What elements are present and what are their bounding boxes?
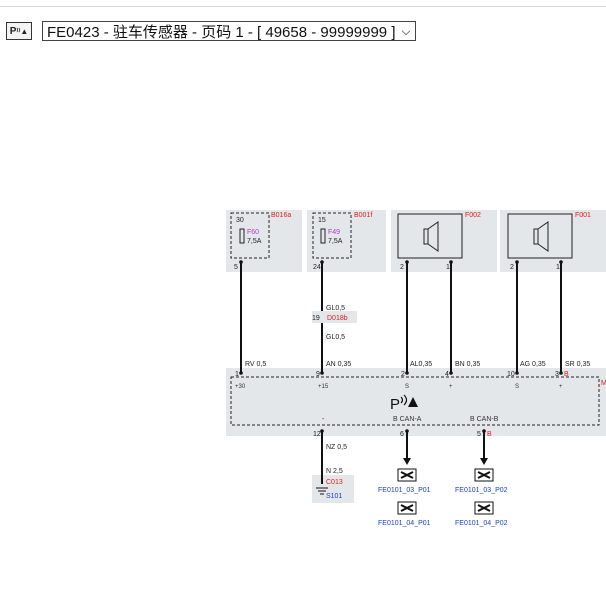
- link-icon-2[interactable]: [474, 468, 494, 482]
- m016-pin-10: 10: [507, 371, 515, 378]
- m016-label-s2: S: [515, 384, 519, 390]
- m016-label-plus15: +15: [318, 384, 329, 390]
- d018b-label: D018b: [327, 315, 348, 322]
- m016-pin-5-b: B: [487, 431, 492, 438]
- wiring-diagram: 30 F60 7,5A B016a 5 15 F49 7,5A B001f 24…: [226, 210, 606, 527]
- link-fe0101-04-p01[interactable]: FE0101_04_P01: [378, 520, 431, 527]
- fuse-f60-label: F60: [247, 229, 259, 236]
- f002-pin-right: 1: [446, 264, 450, 271]
- b001f-label: B001f: [354, 212, 372, 219]
- m016-panel: [226, 368, 606, 436]
- wire-nz: NZ 0,5: [326, 444, 347, 451]
- m016-label-plus1: +: [449, 384, 453, 390]
- m016-pin-6: 6: [400, 431, 404, 438]
- b016a-label: B016a: [271, 212, 291, 219]
- f002-label: F002: [465, 212, 481, 219]
- m016-pin-9: 9: [316, 371, 320, 378]
- link-icon-3[interactable]: [397, 501, 417, 515]
- wire-gl-bottom: GL0,5: [326, 334, 345, 341]
- wire-ag: AG 0,35: [520, 361, 546, 368]
- m016-label-plus30: +30: [235, 384, 246, 390]
- wire-bn: BN 0,35: [455, 361, 480, 368]
- fuse-f49-rating: 7,5A: [328, 238, 343, 245]
- m016-label-can-b: B CAN-B: [470, 416, 499, 423]
- link-fe0101-03-p02[interactable]: FE0101_03_P02: [455, 487, 508, 494]
- b001f-pin-top: 15: [318, 217, 326, 224]
- wire-gl-top: GL0,5: [326, 305, 345, 312]
- f002-pin-left: 2: [400, 264, 404, 271]
- m016-pin-12: 12: [313, 431, 321, 438]
- b016a-pin-top: 30: [236, 217, 244, 224]
- m016-label: M016: [601, 380, 606, 387]
- m016-pin-3: 3: [555, 371, 559, 378]
- wire-n: N 2,5: [326, 468, 343, 475]
- arrow-icons: [403, 458, 488, 465]
- d018b-pin: 19: [312, 315, 320, 322]
- wire-rv: RV 0,5: [245, 361, 266, 368]
- link-fe0101-04-p02[interactable]: FE0101_04_P02: [455, 520, 508, 527]
- link-fe0101-03-p01[interactable]: FE0101_03_P01: [378, 487, 431, 494]
- f001-pin-left: 2: [510, 264, 514, 271]
- link-icon-1[interactable]: [397, 468, 417, 482]
- ground-s101-link[interactable]: S101: [326, 493, 342, 500]
- wire-an: AN 0,35: [326, 361, 351, 368]
- f001-pin-right: 1: [556, 264, 560, 271]
- m016-pin-2: 2: [401, 371, 405, 378]
- fuse-f60-rating: 7,5A: [247, 238, 262, 245]
- b016a-pin-bottom: 5: [234, 264, 238, 271]
- m016-label-s1: S: [405, 384, 409, 390]
- m016-label-can-a: B CAN-A: [393, 416, 422, 423]
- svg-text:P: P: [390, 396, 400, 413]
- m016-pin-3-b: B: [564, 371, 569, 378]
- b001f-pin-bottom: 24: [313, 264, 321, 271]
- m016-label-plus2: +: [559, 384, 563, 390]
- link-icon-4[interactable]: [474, 501, 494, 515]
- wire-al: AL0,35: [410, 361, 432, 368]
- m016-pin-1: 1: [235, 371, 239, 378]
- f001-label: F001: [575, 212, 591, 219]
- ground-c013-label: C013: [326, 479, 343, 486]
- m016-pin-4: 4: [445, 371, 449, 378]
- m016-pin-5: 5: [477, 431, 481, 438]
- wire-sr: SR 0,35: [565, 361, 590, 368]
- fuse-f49-label: F49: [328, 229, 340, 236]
